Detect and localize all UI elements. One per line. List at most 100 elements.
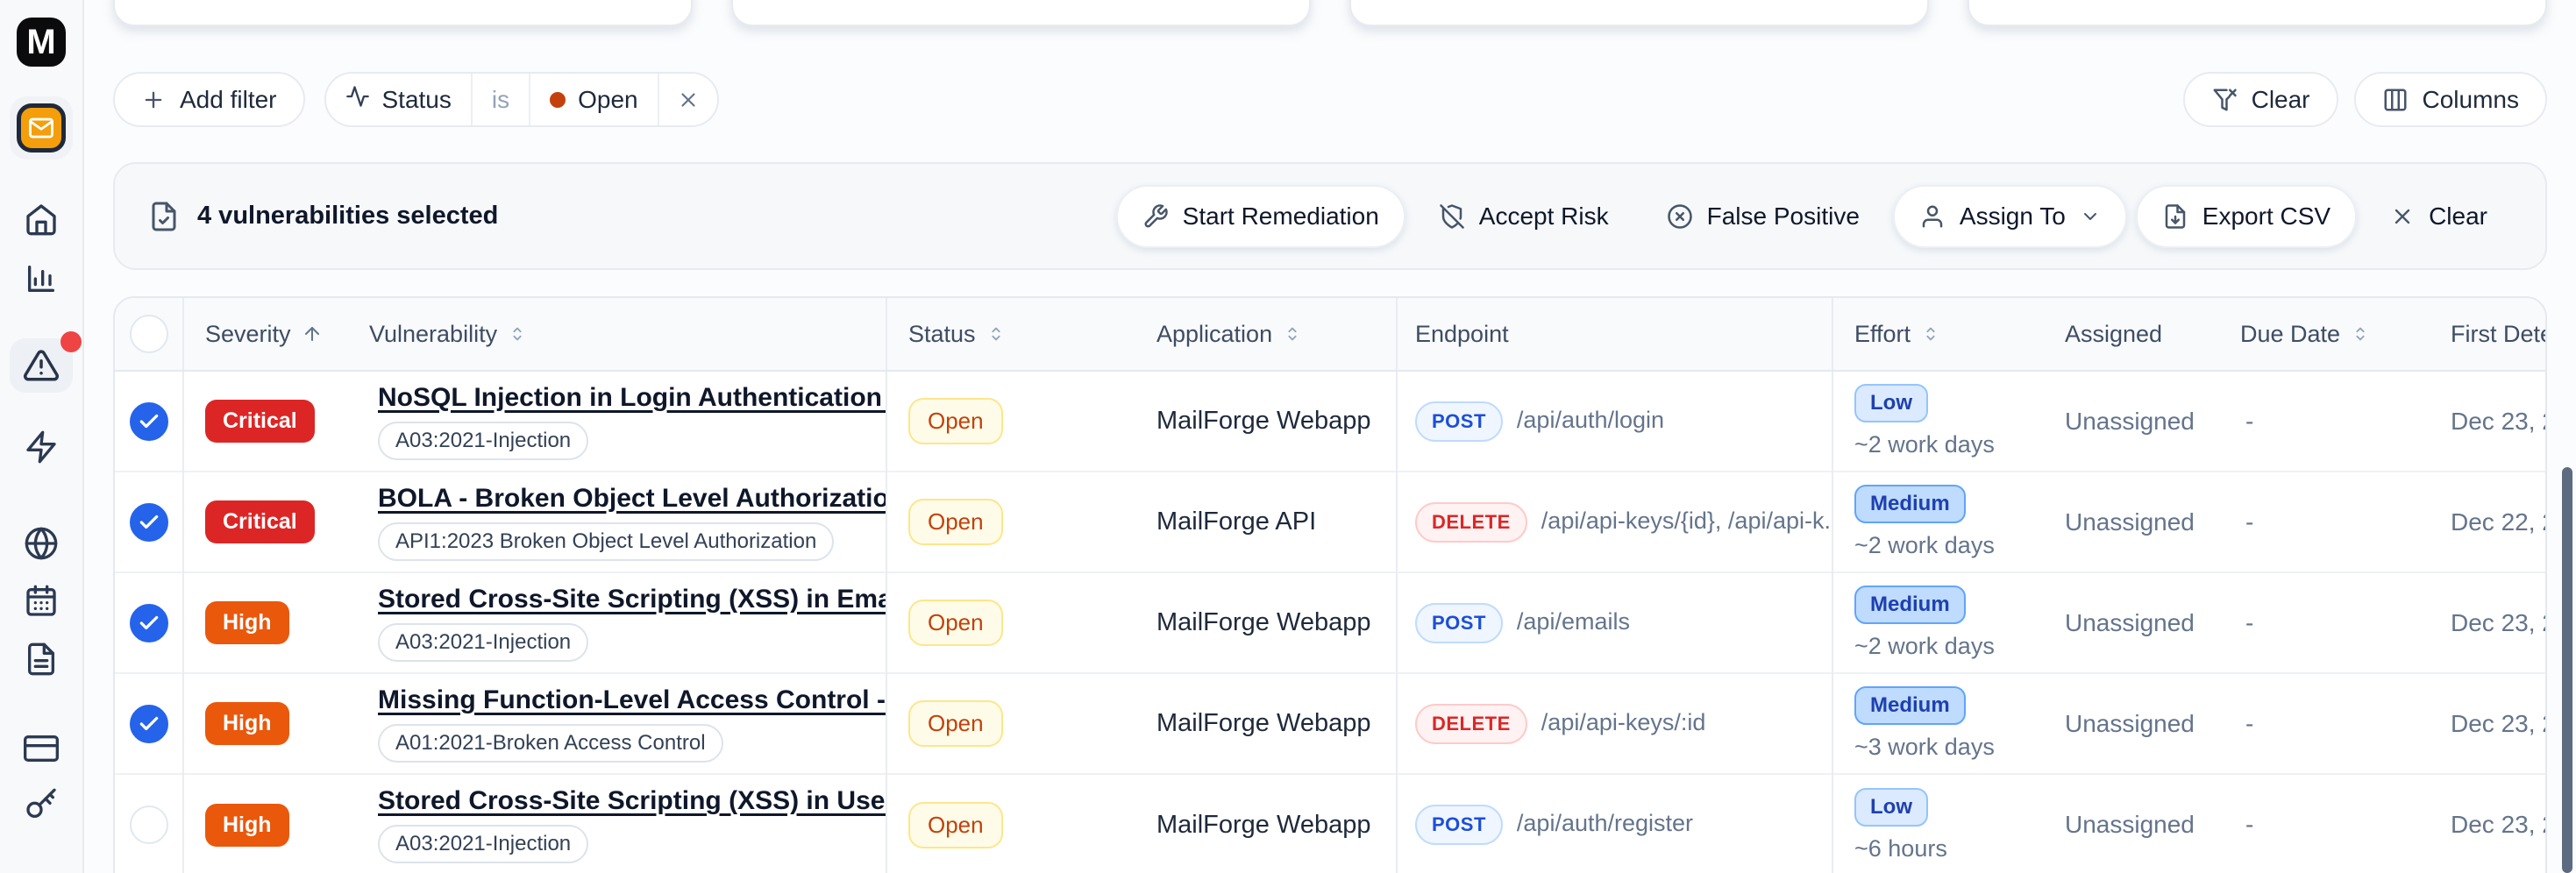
first-detected-value: Dec 23, 2025 <box>2451 408 2547 435</box>
home-icon <box>24 202 59 237</box>
application-name: MailForge API <box>1156 507 1316 536</box>
status-badge: Open <box>908 398 1003 444</box>
effort-badge: Low <box>1854 384 1928 422</box>
sidebar-item-home[interactable] <box>22 200 60 238</box>
application-name: MailForge Webapp <box>1156 709 1370 737</box>
column-header-assigned[interactable]: Assigned <box>2044 298 2219 371</box>
http-method-badge: DELETE <box>1415 502 1527 543</box>
export-csv-button[interactable]: Export CSV <box>2136 185 2357 248</box>
column-header-effort[interactable]: Effort <box>1832 298 2044 371</box>
sidebar-item-mail[interactable] <box>10 96 73 160</box>
column-header-due-date[interactable]: Due Date <box>2219 298 2430 371</box>
clear-selection-button[interactable]: Clear <box>2366 185 2512 248</box>
row-checkbox[interactable] <box>130 503 168 542</box>
first-detected-value: Dec 23, 2025 <box>2451 710 2547 737</box>
vulnerabilities-table: Severity Vulnerability Status Applicatio… <box>113 296 2547 873</box>
circle-x-icon <box>1667 203 1693 230</box>
assigned-value: Unassigned <box>2065 710 2195 737</box>
endpoint-path: /api/auth/register <box>1517 810 1693 836</box>
sidebar-item-billing[interactable] <box>22 729 60 768</box>
effort-time: ~6 hours <box>1854 835 2044 862</box>
filter-chip-operator[interactable]: is <box>471 74 529 125</box>
sidebar-item-network[interactable] <box>22 524 60 563</box>
start-remediation-button[interactable]: Start Remediation <box>1116 185 1405 248</box>
vulnerability-link[interactable]: Stored Cross-Site Scripting (XSS) in Use… <box>378 786 886 816</box>
sidebar-item-api-keys[interactable] <box>22 785 60 824</box>
application-name: MailForge Webapp <box>1156 608 1370 636</box>
file-check-icon <box>148 201 180 232</box>
wrench-icon <box>1142 203 1169 230</box>
row-checkbox[interactable] <box>130 402 168 441</box>
zap-icon <box>24 429 59 465</box>
sidebar-item-analytics[interactable] <box>22 259 60 298</box>
row-checkbox[interactable] <box>130 705 168 743</box>
endpoint-path: /api/auth/login <box>1517 407 1664 433</box>
effort-time: ~2 work days <box>1854 532 2044 559</box>
table-row: Critical NoSQL Injection in Login Authen… <box>115 371 2547 472</box>
vulnerability-link[interactable]: Stored Cross-Site Scripting (XSS) in Ema… <box>378 585 886 614</box>
column-header-first-detected[interactable]: First Detected <box>2430 298 2547 371</box>
sidebar-item-vulnerabilities[interactable] <box>10 338 73 393</box>
due-date-value: - <box>2245 811 2253 838</box>
assign-to-button[interactable]: Assign To <box>1893 185 2127 248</box>
endpoint-path: /api/api-keys/{id}, /api/api-k... <box>1541 507 1832 534</box>
http-method-badge: POST <box>1415 805 1503 845</box>
accept-risk-button[interactable]: Accept Risk <box>1414 185 1633 248</box>
bar-chart-icon <box>24 261 59 296</box>
sidebar-item-scans[interactable] <box>22 428 60 466</box>
vulnerability-link[interactable]: Missing Function-Level Access Control - … <box>378 685 886 715</box>
assigned-value: Unassigned <box>2065 408 2195 435</box>
add-filter-button[interactable]: Add filter <box>113 72 305 127</box>
vulnerability-link[interactable]: NoSQL Injection in Login Authentication … <box>378 383 886 413</box>
row-checkbox[interactable] <box>130 806 168 844</box>
plus-icon <box>141 88 166 112</box>
column-header-application[interactable]: Application <box>1128 298 1397 371</box>
effort-badge: Medium <box>1854 586 1966 624</box>
column-header-severity[interactable]: Severity <box>183 298 369 371</box>
false-positive-button[interactable]: False Positive <box>1642 185 1884 248</box>
selection-bar: 4 vulnerabilities selected Start Remedia… <box>113 162 2547 270</box>
add-filter-label: Add filter <box>180 86 277 114</box>
application-name: MailForge Webapp <box>1156 811 1370 839</box>
column-header-vulnerability[interactable]: Vulnerability <box>369 298 886 371</box>
endpoint-path: /api/emails <box>1517 608 1630 635</box>
table-row: Critical BOLA - Broken Object Level Auth… <box>115 472 2547 572</box>
assigned-value: Unassigned <box>2065 811 2195 838</box>
select-all-checkbox[interactable] <box>130 315 168 353</box>
table-row: High Stored Cross-Site Scripting (XSS) i… <box>115 774 2547 873</box>
sidebar: M <box>0 0 84 873</box>
application-name: MailForge Webapp <box>1156 407 1370 435</box>
filter-chip-field[interactable]: Status <box>326 74 471 125</box>
assigned-value: Unassigned <box>2065 508 2195 536</box>
column-header-endpoint[interactable]: Endpoint <box>1397 298 1832 371</box>
file-download-icon <box>2162 203 2188 230</box>
owasp-tag: A03:2021-Injection <box>378 422 588 460</box>
http-method-badge: POST <box>1415 401 1503 442</box>
effort-time: ~2 work days <box>1854 431 2044 458</box>
sidebar-item-reports[interactable] <box>22 640 60 678</box>
first-detected-value: Dec 23, 2025 <box>2451 811 2547 838</box>
stat-card <box>1349 0 1929 26</box>
calendar-icon <box>24 584 59 619</box>
clear-filters-button[interactable]: Clear <box>2183 72 2338 127</box>
owasp-tag: A01:2021-Broken Access Control <box>378 724 723 763</box>
row-checkbox[interactable] <box>130 604 168 642</box>
vertical-scrollbar[interactable] <box>2562 467 2572 873</box>
stat-card <box>113 0 693 26</box>
due-date-value: - <box>2245 609 2253 636</box>
filter-chip-remove-button[interactable] <box>658 74 717 125</box>
alert-triangle-icon <box>23 347 60 384</box>
sidebar-item-calendar[interactable] <box>22 582 60 621</box>
status-badge: Open <box>908 700 1003 747</box>
stat-card <box>1968 0 2547 26</box>
owasp-tag: A03:2021-Injection <box>378 825 588 863</box>
chevron-down-icon <box>2080 206 2101 227</box>
close-icon <box>677 89 700 111</box>
severity-badge: High <box>205 702 289 745</box>
vulnerability-link[interactable]: BOLA - Broken Object Level Authorization… <box>378 484 886 514</box>
columns-button[interactable]: Columns <box>2354 72 2547 127</box>
columns-icon <box>2382 87 2409 113</box>
activity-icon <box>345 84 370 115</box>
filter-chip-value[interactable]: Open <box>529 74 658 125</box>
column-header-status[interactable]: Status <box>886 298 1128 371</box>
